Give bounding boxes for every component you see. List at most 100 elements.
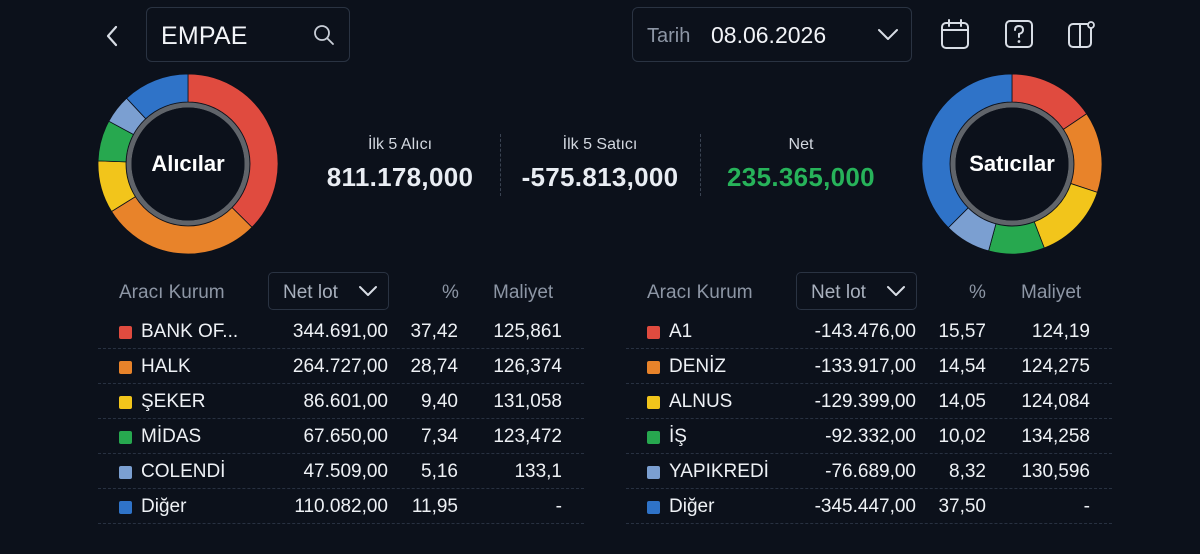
search-icon[interactable] [313, 24, 335, 46]
table-row[interactable]: ŞEKER 86.601,00 9,40 131,058 [98, 384, 584, 419]
chevron-down-icon [887, 286, 905, 296]
table-row[interactable]: A1 -143.476,00 15,57 124,19 [626, 314, 1112, 349]
color-swatch [119, 361, 132, 374]
color-swatch [647, 501, 660, 514]
netlot-sort-button[interactable]: Net lot [268, 272, 389, 310]
percent-cell: 11,95 [411, 496, 458, 517]
date-value[interactable]: 08.06.2026 [711, 22, 826, 49]
net-lot-cell: 110.082,00 [294, 496, 388, 517]
top5-buyers-value: 811.178,000 [326, 162, 474, 192]
buyers-table-body: BANK OF... 344.691,00 37,42 125,861 HALK 264.… [98, 314, 584, 524]
percent-cell: 14,05 [938, 391, 986, 412]
help-button[interactable] [1004, 18, 1034, 50]
net-lot-cell: 344.691,00 [292, 321, 388, 342]
broker-name: COLENDİ [141, 461, 226, 482]
sellers-table-header: Aracı Kurum Net lot % Maliyet [626, 272, 1112, 312]
percent-cell: 37,42 [410, 321, 458, 342]
search-input-value[interactable]: EMPAE [161, 22, 248, 51]
broker-name: A1 [669, 321, 693, 342]
sellers-donut-chart: Satıcılar [921, 73, 1103, 255]
color-swatch [119, 501, 132, 514]
summary-divider [500, 134, 501, 196]
layout-settings-icon [1068, 21, 1095, 48]
back-button[interactable] [100, 22, 124, 50]
broker-name: Diğer [141, 496, 187, 517]
table-row[interactable]: BANK OF... 344.691,00 37,42 125,861 [98, 314, 584, 349]
net-lot-cell: -76.689,00 [825, 461, 916, 482]
percent-cell: 14,54 [938, 356, 986, 377]
date-select[interactable]: Tarih 08.06.2026 [632, 7, 912, 62]
table-row[interactable]: İŞ -92.332,00 10,02 134,258 [626, 419, 1112, 454]
net-lot-cell: 86.601,00 [303, 391, 388, 412]
symbol-search-field[interactable]: EMPAE [146, 7, 350, 62]
col-percent: % [442, 282, 459, 303]
color-swatch [119, 396, 132, 409]
broker-name: İŞ [669, 426, 687, 447]
cost-cell: 123,472 [493, 426, 562, 447]
broker-name: BANK OF... [141, 321, 239, 342]
summary-divider [700, 134, 701, 196]
percent-cell: 10,02 [938, 426, 986, 447]
table-row[interactable]: YAPIKREDİ -76.689,00 8,32 130,596 [626, 454, 1112, 489]
color-swatch [647, 466, 660, 479]
sellers-donut-label: Satıcılar [969, 151, 1055, 176]
layout-settings-button[interactable] [1066, 18, 1096, 50]
chevron-down-icon[interactable] [877, 26, 899, 44]
percent-cell: 5,16 [421, 461, 458, 482]
col-broker: Aracı Kurum [647, 282, 753, 303]
table-row[interactable]: Diğer 110.082,00 11,95 - [98, 489, 584, 524]
table-row[interactable]: Diğer -345.447,00 37,50 - [626, 489, 1112, 524]
col-cost: Maliyet [493, 282, 554, 303]
net-lot-cell: -133.917,00 [814, 356, 916, 377]
net-lot-cell: 264.727,00 [292, 356, 388, 377]
top5-sellers-value: -575.813,000 [521, 162, 679, 192]
table-row[interactable]: ALNUS -129.399,00 14,05 124,084 [626, 384, 1112, 419]
table-row[interactable]: DENİZ -133.917,00 14,54 124,275 [626, 349, 1112, 384]
buyers-donut-chart: Alıcılar [97, 73, 279, 255]
netlot-sort-label: Net lot [283, 282, 338, 303]
calendar-button[interactable] [940, 18, 970, 50]
percent-cell: 9,40 [421, 391, 458, 412]
percent-cell: 28,74 [410, 356, 458, 377]
net-lot-cell: -129.399,00 [814, 391, 916, 412]
percent-cell: 15,57 [938, 321, 986, 342]
color-swatch [119, 466, 132, 479]
table-row[interactable]: COLENDİ 47.509,00 5,16 133,1 [98, 454, 584, 489]
net-caption: Net [788, 136, 814, 153]
col-cost: Maliyet [1021, 282, 1082, 303]
broker-name: Diğer [669, 496, 715, 517]
cost-cell: - [555, 496, 562, 517]
calendar-icon [941, 19, 969, 49]
percent-cell: 8,32 [949, 461, 986, 482]
table-row[interactable]: MİDAS 67.650,00 7,34 123,472 [98, 419, 584, 454]
broker-name: HALK [141, 356, 191, 377]
sellers-table-body: A1 -143.476,00 15,57 124,19 DENİZ -133.917,00… [626, 314, 1112, 524]
color-swatch [647, 361, 660, 374]
net-lot-cell: -143.476,00 [814, 321, 916, 342]
net-summary: Net 235.365,000 [710, 136, 892, 193]
date-label: Tarih [647, 25, 691, 47]
color-swatch [647, 431, 660, 444]
cost-cell: 131,058 [493, 391, 562, 412]
cost-cell: 130,596 [1021, 461, 1090, 482]
broker-name: YAPIKREDİ [669, 461, 769, 482]
top5-buyers-caption: İlk 5 Alıcı [367, 136, 433, 153]
net-lot-cell: -345.447,00 [814, 496, 916, 517]
cost-cell: 133,1 [514, 461, 562, 482]
cost-cell: 125,861 [493, 321, 562, 342]
cost-cell: 124,19 [1031, 321, 1090, 342]
broker-name: ALNUS [669, 391, 733, 412]
netlot-sort-button[interactable]: Net lot [796, 272, 917, 310]
color-swatch [119, 431, 132, 444]
buyers-donut-label: Alıcılar [151, 151, 225, 176]
cost-cell: 124,084 [1021, 391, 1090, 412]
net-lot-cell: -92.332,00 [825, 426, 916, 447]
net-value: 235.365,000 [727, 162, 875, 192]
col-percent: % [969, 282, 986, 303]
color-swatch [119, 326, 132, 339]
broker-name: ŞEKER [141, 391, 206, 412]
table-row[interactable]: HALK 264.727,00 28,74 126,374 [98, 349, 584, 384]
top5-buyers-summary: İlk 5 Alıcı 811.178,000 [310, 136, 490, 193]
buyers-table-header: Aracı Kurum Net lot % Maliyet [98, 272, 584, 312]
net-lot-cell: 67.650,00 [303, 426, 388, 447]
